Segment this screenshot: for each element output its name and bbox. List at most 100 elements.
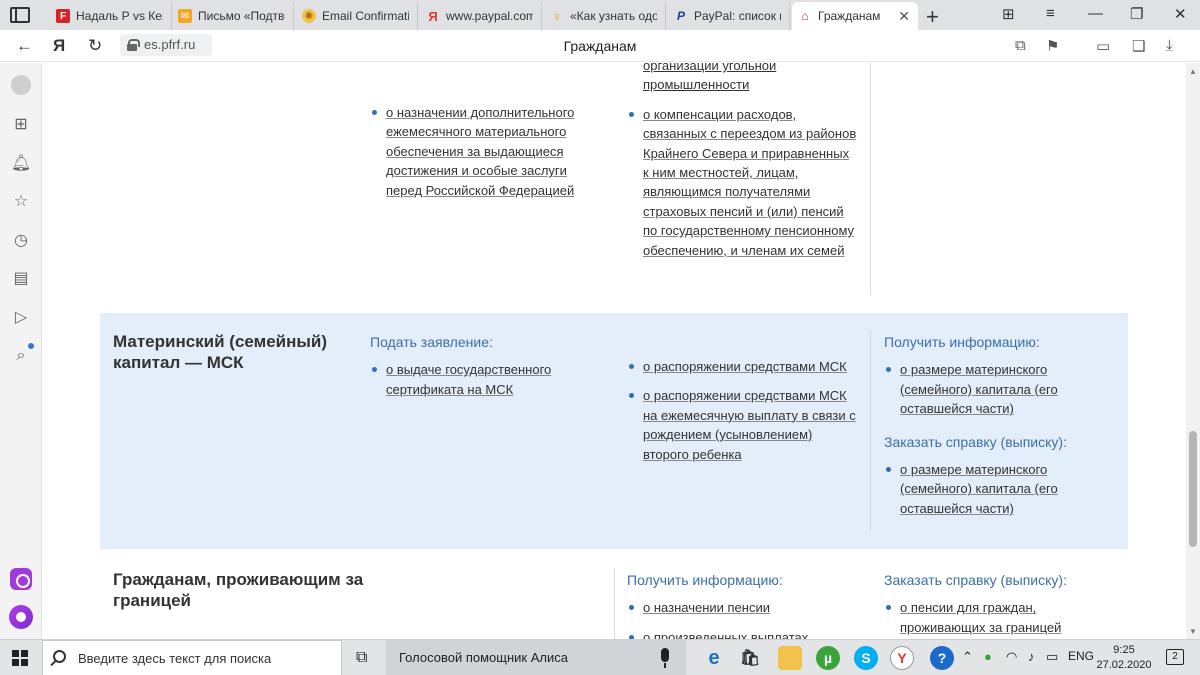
tab-4[interactable]: Я www.paypal.com — [420, 2, 542, 30]
tab-7-active[interactable]: ⌂ Гражданам ✕ — [792, 2, 918, 30]
back-arrow-icon[interactable]: ← — [16, 36, 33, 56]
list-item: о компенсации расходов, связанных с пере… — [627, 105, 857, 260]
play-icon[interactable]: ▷ — [11, 307, 31, 327]
taskbar-search[interactable]: Введите здесь текст для поиска — [42, 640, 342, 675]
collections-icon[interactable]: ❏ — [1132, 37, 1145, 55]
history-icon[interactable]: ◷ — [11, 230, 31, 250]
info-heading: Получить информацию: — [627, 572, 783, 588]
date: 27.02.2020 — [1096, 659, 1152, 671]
task-view-icon[interactable]: ⧉ — [356, 649, 367, 667]
music-icon[interactable] — [10, 568, 32, 590]
new-tab-icon[interactable]: + — [926, 4, 939, 30]
link-msk-amount-certificate[interactable]: о размере материнского (семейного) капит… — [900, 462, 1058, 516]
menu-icon[interactable]: ≡ — [1046, 5, 1055, 22]
skype-icon[interactable]: S — [854, 646, 878, 670]
scroll-thumb[interactable] — [1189, 431, 1197, 547]
yandex-logo-icon[interactable]: Я — [53, 36, 65, 56]
link-coal-industry[interactable]: организации угольной промышленности — [643, 63, 776, 92]
link-pension-abroad[interactable]: о пенсии для граждан, проживающих за гра… — [900, 600, 1061, 634]
top-col-3: организации угольной промышленности о ко… — [627, 63, 857, 270]
clock[interactable]: 9:25 27.02.2020 — [1096, 643, 1152, 673]
abroad-title: Гражданам, проживающим за границей — [113, 570, 364, 610]
restore-icon[interactable]: ❐ — [1130, 5, 1143, 23]
list-item: о размере материнского (семейного) капит… — [884, 460, 1084, 518]
yandex-browser-icon[interactable]: Y — [890, 646, 914, 670]
close-tab-icon[interactable]: ✕ — [898, 8, 910, 25]
microphone-icon[interactable] — [661, 648, 669, 668]
time: 9:25 — [1113, 644, 1135, 656]
sun-icon: ✺ — [302, 9, 316, 23]
download-icon[interactable]: ⤓ — [1166, 37, 1173, 54]
tab-title: PayPal: список ко — [694, 9, 781, 23]
tray-utorrent-icon[interactable]: ● — [984, 649, 992, 664]
taskbar: Введите здесь текст для поиска ⧉ Голосов… — [0, 639, 1200, 675]
certificate-heading: Заказать справку (выписку): — [884, 433, 1067, 450]
url-text: es.pfrf.ru — [144, 37, 196, 52]
tab-strip: F Надаль Р vs Кецм ✉ Письмо «Подтве ✺ Em… — [0, 0, 1200, 30]
link-payments-made[interactable]: о произведенных выплатах — [643, 630, 808, 639]
link-msk-certificate[interactable]: о выдаче государственного сертификата на… — [386, 362, 551, 396]
link-msk-amount-info[interactable]: о размере материнского (семейного) капит… — [900, 362, 1058, 416]
pfr-icon: ⌂ — [801, 9, 809, 23]
tray-chevron-icon[interactable]: ⌃ — [962, 649, 973, 665]
sidebar-toggle-icon[interactable] — [10, 7, 30, 23]
alice-icon[interactable] — [9, 605, 33, 629]
address-bar: ← Я ↻ es.pfrf.ru Гражданам ⧉ ⚑ ▭ ❏ ⤓ — [0, 30, 1200, 62]
tab-title: www.paypal.com — [446, 9, 533, 23]
search-page-icon[interactable]: ⌕ — [11, 346, 31, 366]
bell-icon[interactable]: 🔔︎ — [11, 153, 31, 173]
tab-6[interactable]: P PayPal: список ко — [668, 2, 790, 30]
vertical-scrollbar[interactable]: ▲ ▼ — [1186, 63, 1200, 639]
edge-icon[interactable]: e — [702, 646, 726, 670]
zen-icon[interactable]: ▤ — [11, 268, 31, 288]
apps-grid-icon[interactable]: ⊞ — [11, 114, 31, 134]
reload-icon[interactable]: ↻ — [88, 36, 102, 56]
msk-title: Материнский (семейный) капитал — МСК — [113, 332, 328, 372]
link-pension-assignment[interactable]: о назначении пенсии — [643, 600, 770, 615]
scroll-down-icon[interactable]: ▼ — [1189, 627, 1197, 636]
link-additional-material-support[interactable]: о назначении дополнительного ежемесячног… — [386, 105, 574, 198]
bookmark-icon[interactable]: ⚑ — [1046, 37, 1059, 55]
windows-start-icon[interactable] — [12, 650, 28, 666]
lock-icon — [127, 39, 140, 51]
minimize-icon[interactable]: — — [1088, 5, 1103, 22]
tab-title: Email Confirmatio — [322, 9, 409, 23]
list-item: о пенсии для граждан, проживающих за гра… — [884, 598, 1084, 637]
tab-title: Гражданам — [818, 9, 881, 23]
list-item: о распоряжении средствами МСК — [627, 357, 857, 376]
scroll-up-icon[interactable]: ▲ — [1189, 67, 1197, 76]
tab-title: «Как узнать одо — [570, 9, 657, 23]
list-item: о назначении дополнительного ежемесячног… — [370, 103, 590, 200]
tab-2[interactable]: ✉ Письмо «Подтве — [172, 2, 294, 30]
translate-icon[interactable]: ⧉ — [1015, 37, 1026, 54]
link-msk-dispose[interactable]: о распоряжении средствами МСК — [643, 359, 847, 374]
tab-5[interactable]: ♀ «Как узнать одо — [544, 2, 666, 30]
link-msk-monthly-payment[interactable]: о распоряжении средствами МСК на ежемеся… — [643, 388, 856, 461]
avatar[interactable] — [11, 75, 31, 95]
abroad-col-info: Получить информацию: о назначении пенсии… — [627, 571, 857, 639]
store-icon[interactable]: 🛍︎ — [738, 646, 762, 670]
star-icon[interactable]: ☆ — [11, 191, 31, 211]
notification-center-icon[interactable]: 2 — [1166, 649, 1184, 665]
tab-title: Надаль Р vs Кецм — [76, 9, 163, 23]
wifi-icon[interactable]: ◠ — [1006, 649, 1017, 665]
alice-assistant-bar[interactable]: Голосовой помощник Алиса — [386, 640, 686, 675]
list-item: о выдаче государственного сертификата на… — [370, 360, 590, 399]
battery-icon[interactable]: ▭ — [1096, 37, 1110, 55]
column-divider — [614, 568, 615, 639]
tab-1[interactable]: F Надаль Р vs Кецм — [50, 2, 172, 30]
abroad-col-cert: Заказать справку (выписку): о пенсии для… — [884, 571, 1084, 639]
tab-3[interactable]: ✺ Email Confirmatio — [296, 2, 418, 30]
list-item-fragment: организации угольной промышленности — [627, 63, 857, 95]
bookmarks-icon[interactable]: ⊞ — [1002, 5, 1015, 23]
folder-icon[interactable] — [778, 646, 802, 670]
list-item: о распоряжении средствами МСК на ежемеся… — [627, 386, 857, 464]
language-indicator[interactable]: ENG — [1068, 649, 1094, 663]
url-box[interactable]: es.pfrf.ru — [120, 34, 212, 56]
close-window-icon[interactable]: ✕ — [1174, 5, 1187, 23]
utorrent-icon[interactable]: µ — [816, 646, 840, 670]
battery-tray-icon[interactable]: ▭ — [1046, 649, 1058, 665]
help-icon[interactable]: ? — [930, 646, 954, 670]
link-relocation-compensation[interactable]: о компенсации расходов, связанных с пере… — [643, 107, 856, 258]
volume-icon[interactable]: ♪ — [1028, 649, 1035, 664]
